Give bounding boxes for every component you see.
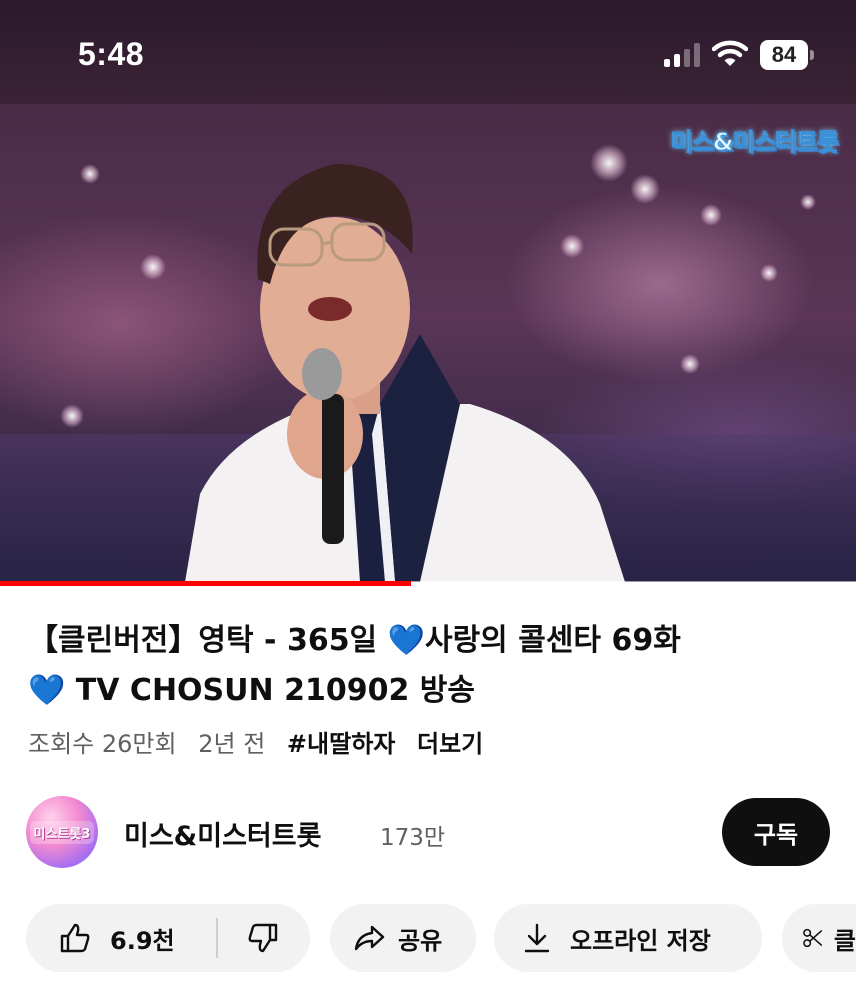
battery-indicator: 84 — [760, 40, 816, 70]
battery-level: 84 — [760, 40, 808, 70]
blue-heart-icon: 💙 — [28, 673, 66, 708]
clip-label: 클 — [833, 926, 856, 955]
share-label: 공유 — [398, 926, 443, 955]
video-player[interactable]: 미스&미스터트롯 — [0, 104, 856, 582]
status-time: 5:48 — [78, 36, 145, 72]
subscribe-button[interactable]: 구독 — [722, 798, 830, 866]
scissors-icon — [803, 928, 823, 948]
like-count: 6.9천 — [110, 926, 175, 955]
title-text-3: TV CHOSUN 210902 방송 — [65, 673, 475, 708]
show-logo: 미스&미스터트롯 — [670, 128, 839, 157]
subscriber-count: 173만 — [380, 825, 446, 851]
channel-avatar[interactable]: 미스트롯3 — [26, 796, 98, 868]
like-button[interactable]: 6.9천 — [26, 904, 216, 972]
title-text-2: 사랑의 콜센타 69화 — [424, 623, 681, 658]
like-dislike-pill: 6.9천 — [26, 904, 310, 972]
avatar-label: 미스트롯3 — [29, 820, 95, 844]
share-icon — [354, 925, 385, 951]
download-button[interactable]: 오프라인 저장 — [494, 904, 762, 972]
cellular-signal-icon — [664, 43, 702, 67]
thumbs-up-icon — [60, 923, 90, 953]
status-bar: 5:48 84 — [0, 0, 856, 104]
title-text-1: 【클린버전】영탁 - 365일 — [28, 623, 388, 658]
upload-age: 2년 전 — [198, 730, 266, 758]
download-icon — [524, 923, 550, 953]
hashtag-link[interactable]: #내딸하자 — [287, 730, 395, 758]
view-count: 조회수 26만회 — [28, 730, 177, 758]
action-bar: 6.9천 공유 오프라인 저장 클 — [0, 904, 856, 972]
performer-image — [185, 164, 625, 582]
clip-button[interactable]: 클 — [782, 904, 856, 972]
download-label: 오프라인 저장 — [570, 926, 711, 955]
video-title[interactable]: 【클린버전】영탁 - 365일 💙사랑의 콜센타 69화 💙 TV CHOSUN… — [28, 616, 828, 716]
thumbs-down-icon — [248, 923, 278, 953]
channel-name[interactable]: 미스&미스터트롯 — [124, 814, 321, 853]
share-button[interactable]: 공유 — [330, 904, 476, 972]
wifi-icon — [712, 40, 748, 66]
video-meta[interactable]: 조회수 26만회 2년 전 #내딸하자 더보기 — [28, 724, 497, 759]
blue-heart-icon: 💙 — [387, 623, 425, 658]
dislike-button[interactable] — [218, 904, 308, 972]
more-button[interactable]: 더보기 — [417, 730, 483, 758]
video-info-panel: 【클린버전】영탁 - 365일 💙사랑의 콜센타 69화 💙 TV CHOSUN… — [0, 586, 856, 996]
channel-row[interactable]: 미스트롯3 미스&미스터트롯 173만 구독 — [0, 792, 856, 872]
